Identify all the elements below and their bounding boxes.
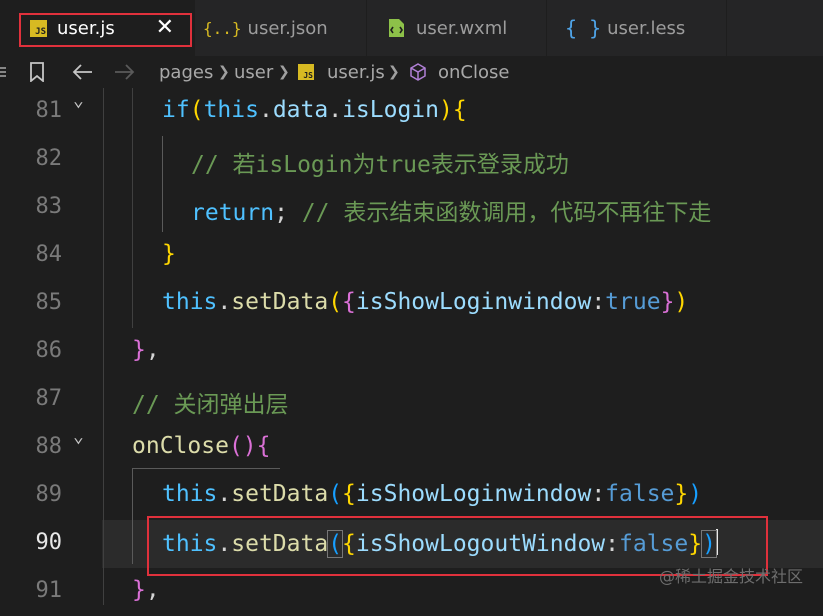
code-comment: // 关闭弹出层 bbox=[132, 392, 289, 418]
tab-user-wxml[interactable]: user.wxml bbox=[367, 0, 547, 56]
code-line: 84 } bbox=[0, 232, 823, 280]
fold-chevron-icon[interactable]: ⌄ bbox=[73, 426, 84, 447]
line-number: 86 bbox=[35, 338, 63, 363]
method-cube-icon bbox=[408, 56, 428, 88]
breadcrumb: pages ❯ user ❯ JS user.js ❯ onClose bbox=[0, 56, 823, 88]
code-line: 87 // 关闭弹出层 bbox=[0, 376, 823, 424]
split-handle-icon[interactable] bbox=[0, 56, 6, 88]
breadcrumb-item-pages[interactable]: pages bbox=[159, 56, 213, 88]
code-comment: // 若isLogin为true表示登录成功 bbox=[191, 152, 569, 178]
editor-tab-bar: JS user.js ✕ {..} user.json user.wxml { … bbox=[0, 0, 823, 56]
tab-user-less[interactable]: { } user.less bbox=[547, 0, 727, 56]
line-number: 82 bbox=[35, 146, 63, 171]
less-file-icon: { } bbox=[565, 16, 602, 40]
line-number: 84 bbox=[35, 242, 63, 267]
line-number: 83 bbox=[35, 194, 63, 219]
code-text: onClose(){ bbox=[132, 433, 271, 459]
watermark: @稀土掘金技术社区 bbox=[658, 567, 803, 586]
code-text: }, bbox=[132, 337, 160, 363]
tab-label: user.json bbox=[247, 17, 328, 39]
js-file-icon: JS bbox=[298, 56, 314, 88]
json-file-icon: {..} bbox=[203, 18, 242, 38]
code-text: this.setData({isShowLoginwindow:true}) bbox=[162, 289, 689, 315]
code-line: 81 ⌄ if(this.data.isLogin){ bbox=[0, 88, 823, 136]
chevron-right-icon: ❯ bbox=[278, 64, 290, 80]
line-number: 88 bbox=[35, 434, 63, 459]
bookmark-icon[interactable] bbox=[29, 56, 45, 88]
forward-arrow-icon[interactable] bbox=[114, 56, 136, 88]
line-number: 91 bbox=[35, 578, 63, 603]
chevron-right-icon: ❯ bbox=[218, 64, 230, 80]
code-line: 89 this.setData({isShowLoginwindow:false… bbox=[0, 472, 823, 520]
code-line: 85 this.setData({isShowLoginwindow:true}… bbox=[0, 280, 823, 328]
line-number: 81 bbox=[35, 98, 63, 123]
line-number: 89 bbox=[35, 482, 63, 507]
back-arrow-icon[interactable] bbox=[71, 56, 93, 88]
code-line: 86 }, bbox=[0, 328, 823, 376]
breadcrumb-item-user[interactable]: user bbox=[234, 56, 273, 88]
line-number: 90 bbox=[35, 530, 63, 555]
tab-label: user.less bbox=[607, 17, 686, 39]
code-text: } bbox=[162, 241, 176, 267]
line-number: 85 bbox=[35, 290, 63, 315]
wxml-file-icon bbox=[389, 19, 404, 37]
code-line: 88 ⌄ onClose(){ bbox=[0, 424, 823, 472]
fold-chevron-icon[interactable]: ⌄ bbox=[73, 90, 84, 111]
code-text: }, bbox=[132, 577, 160, 603]
tab-user-json[interactable]: {..} user.json bbox=[195, 0, 367, 56]
code-text: this.setData({isShowLoginwindow:false}) bbox=[162, 481, 703, 507]
active-tab-highlight-box bbox=[19, 13, 192, 47]
line-number: 87 bbox=[35, 386, 63, 411]
code-text: if(this.data.isLogin){ bbox=[162, 97, 467, 123]
breadcrumb-item-symbol[interactable]: onClose bbox=[438, 56, 509, 88]
breadcrumb-item-file[interactable]: user.js bbox=[327, 56, 385, 88]
chevron-right-icon: ❯ bbox=[388, 64, 400, 80]
code-line: 82 // 若isLogin为true表示登录成功 bbox=[0, 136, 823, 184]
tab-label: user.wxml bbox=[416, 17, 508, 39]
code-text: return; // 表示结束函数调用，代码不再往下走 bbox=[191, 200, 712, 226]
code-line: 83 return; // 表示结束函数调用，代码不再往下走 bbox=[0, 184, 823, 232]
